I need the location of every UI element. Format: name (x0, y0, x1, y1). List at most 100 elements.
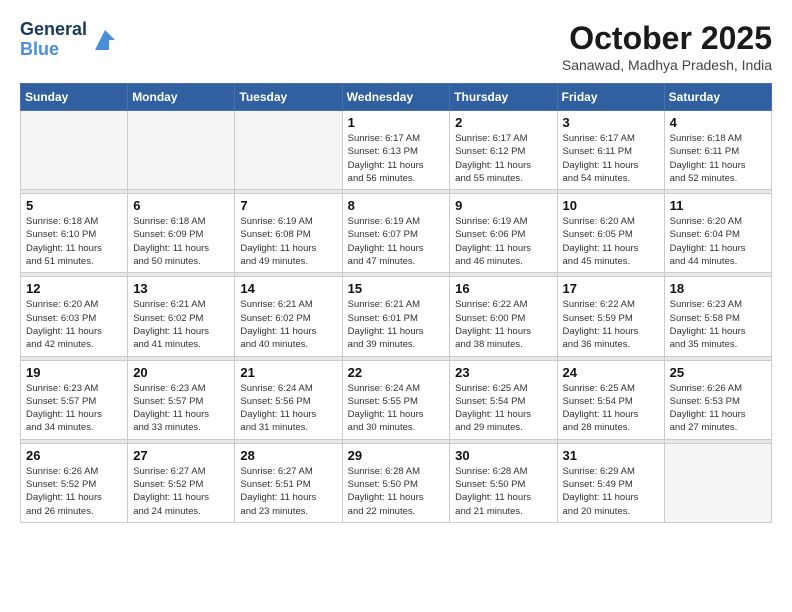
day-number: 16 (455, 281, 551, 296)
calendar-day (128, 111, 235, 190)
day-number: 2 (455, 115, 551, 130)
day-number: 14 (240, 281, 336, 296)
calendar-day: 24 Sunrise: 6:25 AMSunset: 5:54 PMDayligh… (557, 360, 664, 439)
calendar-day: 12 Sunrise: 6:20 AMSunset: 6:03 PMDayligh… (21, 277, 128, 356)
calendar-day: 21 Sunrise: 6:24 AMSunset: 5:56 PMDayligh… (235, 360, 342, 439)
weekday-header-tuesday: Tuesday (235, 84, 342, 111)
calendar-week-2: 5 Sunrise: 6:18 AMSunset: 6:10 PMDaylight… (21, 194, 772, 273)
day-number: 19 (26, 365, 122, 380)
day-info: Sunrise: 6:19 AMSunset: 6:06 PMDaylight:… (455, 215, 551, 268)
day-info: Sunrise: 6:25 AMSunset: 5:54 PMDaylight:… (455, 382, 551, 435)
calendar-day (21, 111, 128, 190)
day-number: 13 (133, 281, 229, 296)
day-number: 29 (348, 448, 445, 463)
day-number: 22 (348, 365, 445, 380)
calendar-day (235, 111, 342, 190)
day-info: Sunrise: 6:24 AMSunset: 5:56 PMDaylight:… (240, 382, 336, 435)
calendar-day: 17 Sunrise: 6:22 AMSunset: 5:59 PMDayligh… (557, 277, 664, 356)
calendar-day: 20 Sunrise: 6:23 AMSunset: 5:57 PMDayligh… (128, 360, 235, 439)
day-info: Sunrise: 6:28 AMSunset: 5:50 PMDaylight:… (348, 465, 445, 518)
calendar-day: 14 Sunrise: 6:21 AMSunset: 6:02 PMDayligh… (235, 277, 342, 356)
day-info: Sunrise: 6:20 AMSunset: 6:03 PMDaylight:… (26, 298, 122, 351)
day-number: 10 (563, 198, 659, 213)
calendar-week-1: 1 Sunrise: 6:17 AMSunset: 6:13 PMDaylight… (21, 111, 772, 190)
calendar-day: 1 Sunrise: 6:17 AMSunset: 6:13 PMDaylight… (342, 111, 450, 190)
day-number: 24 (563, 365, 659, 380)
calendar-day: 4Sunrise: 6:18 AMSunset: 6:11 PMDaylight… (664, 111, 771, 190)
day-info: Sunrise: 6:25 AMSunset: 5:54 PMDaylight:… (563, 382, 659, 435)
calendar-day: 5 Sunrise: 6:18 AMSunset: 6:10 PMDaylight… (21, 194, 128, 273)
day-info: Sunrise: 6:23 AMSunset: 5:57 PMDaylight:… (26, 382, 122, 435)
day-number: 3 (563, 115, 659, 130)
day-number: 9 (455, 198, 551, 213)
day-info: Sunrise: 6:22 AMSunset: 5:59 PMDaylight:… (563, 298, 659, 351)
day-number: 31 (563, 448, 659, 463)
day-number: 11 (670, 198, 766, 213)
calendar-day (664, 443, 771, 522)
month-title: October 2025 (562, 20, 772, 57)
page-header: GeneralBlue October 2025 Sanawad, Madhya… (20, 20, 772, 73)
weekday-header-saturday: Saturday (664, 84, 771, 111)
day-info: Sunrise: 6:20 AMSunset: 6:05 PMDaylight:… (563, 215, 659, 268)
day-number: 23 (455, 365, 551, 380)
calendar-day: 15 Sunrise: 6:21 AMSunset: 6:01 PMDayligh… (342, 277, 450, 356)
calendar-day: 6Sunrise: 6:18 AMSunset: 6:09 PMDaylight… (128, 194, 235, 273)
calendar-day: 28Sunrise: 6:27 AMSunset: 5:51 PMDayligh… (235, 443, 342, 522)
day-number: 5 (26, 198, 122, 213)
day-number: 26 (26, 448, 122, 463)
day-number: 15 (348, 281, 445, 296)
day-number: 1 (348, 115, 445, 130)
calendar-day: 31Sunrise: 6:29 AMSunset: 5:49 PMDayligh… (557, 443, 664, 522)
day-info: Sunrise: 6:26 AMSunset: 5:53 PMDaylight:… (670, 382, 766, 435)
weekday-header-sunday: Sunday (21, 84, 128, 111)
calendar-day: 30Sunrise: 6:28 AMSunset: 5:50 PMDayligh… (450, 443, 557, 522)
day-number: 6 (133, 198, 229, 213)
calendar-day: 13 Sunrise: 6:21 AMSunset: 6:02 PMDayligh… (128, 277, 235, 356)
day-number: 17 (563, 281, 659, 296)
calendar-day: 27Sunrise: 6:27 AMSunset: 5:52 PMDayligh… (128, 443, 235, 522)
day-number: 25 (670, 365, 766, 380)
title-block: October 2025 Sanawad, Madhya Pradesh, In… (562, 20, 772, 73)
day-number: 12 (26, 281, 122, 296)
day-info: Sunrise: 6:17 AMSunset: 6:13 PMDaylight:… (348, 132, 445, 185)
calendar-week-3: 12 Sunrise: 6:20 AMSunset: 6:03 PMDayligh… (21, 277, 772, 356)
logo-icon (91, 26, 119, 54)
calendar-week-5: 26Sunrise: 6:26 AMSunset: 5:52 PMDayligh… (21, 443, 772, 522)
calendar-table: SundayMondayTuesdayWednesdayThursdayFrid… (20, 83, 772, 523)
weekday-header-monday: Monday (128, 84, 235, 111)
calendar-header-row: SundayMondayTuesdayWednesdayThursdayFrid… (21, 84, 772, 111)
day-info: Sunrise: 6:19 AMSunset: 6:07 PMDaylight:… (348, 215, 445, 268)
day-info: Sunrise: 6:21 AMSunset: 6:02 PMDaylight:… (133, 298, 229, 351)
day-number: 27 (133, 448, 229, 463)
calendar-day: 8Sunrise: 6:19 AMSunset: 6:07 PMDaylight… (342, 194, 450, 273)
logo: GeneralBlue (20, 20, 119, 60)
day-info: Sunrise: 6:17 AMSunset: 6:12 PMDaylight:… (455, 132, 551, 185)
calendar-day: 7 Sunrise: 6:19 AMSunset: 6:08 PMDaylight… (235, 194, 342, 273)
location-subtitle: Sanawad, Madhya Pradesh, India (562, 57, 772, 73)
calendar-day: 9 Sunrise: 6:19 AMSunset: 6:06 PMDaylight… (450, 194, 557, 273)
day-number: 20 (133, 365, 229, 380)
day-number: 21 (240, 365, 336, 380)
day-info: Sunrise: 6:24 AMSunset: 5:55 PMDaylight:… (348, 382, 445, 435)
day-info: Sunrise: 6:21 AMSunset: 6:02 PMDaylight:… (240, 298, 336, 351)
calendar-day: 16 Sunrise: 6:22 AMSunset: 6:00 PMDayligh… (450, 277, 557, 356)
calendar-day: 2 Sunrise: 6:17 AMSunset: 6:12 PMDaylight… (450, 111, 557, 190)
calendar-day: 11 Sunrise: 6:20 AMSunset: 6:04 PMDayligh… (664, 194, 771, 273)
day-info: Sunrise: 6:21 AMSunset: 6:01 PMDaylight:… (348, 298, 445, 351)
day-info: Sunrise: 6:19 AMSunset: 6:08 PMDaylight:… (240, 215, 336, 268)
calendar-day: 26Sunrise: 6:26 AMSunset: 5:52 PMDayligh… (21, 443, 128, 522)
weekday-header-friday: Friday (557, 84, 664, 111)
day-info: Sunrise: 6:23 AMSunset: 5:58 PMDaylight:… (670, 298, 766, 351)
day-info: Sunrise: 6:18 AMSunset: 6:10 PMDaylight:… (26, 215, 122, 268)
day-number: 28 (240, 448, 336, 463)
day-number: 18 (670, 281, 766, 296)
day-info: Sunrise: 6:20 AMSunset: 6:04 PMDaylight:… (670, 215, 766, 268)
calendar-day: 10 Sunrise: 6:20 AMSunset: 6:05 PMDayligh… (557, 194, 664, 273)
calendar-day: 22 Sunrise: 6:24 AMSunset: 5:55 PMDayligh… (342, 360, 450, 439)
day-info: Sunrise: 6:22 AMSunset: 6:00 PMDaylight:… (455, 298, 551, 351)
calendar-day: 3Sunrise: 6:17 AMSunset: 6:11 PMDaylight… (557, 111, 664, 190)
calendar-week-4: 19 Sunrise: 6:23 AMSunset: 5:57 PMDayligh… (21, 360, 772, 439)
day-number: 7 (240, 198, 336, 213)
calendar-day: 23 Sunrise: 6:25 AMSunset: 5:54 PMDayligh… (450, 360, 557, 439)
day-info: Sunrise: 6:23 AMSunset: 5:57 PMDaylight:… (133, 382, 229, 435)
